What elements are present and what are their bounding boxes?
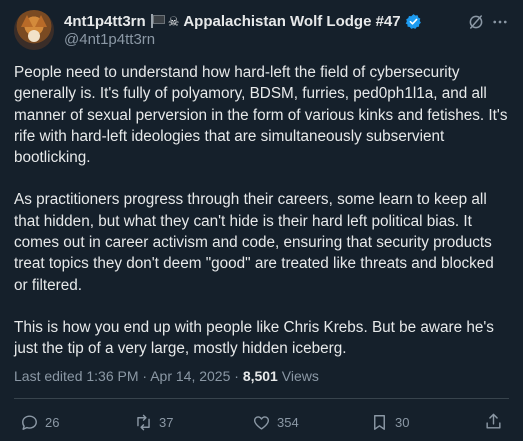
author-handle[interactable]: @4nt1p4tt3rn: [64, 31, 155, 48]
avatar[interactable]: [14, 10, 54, 50]
post-card: 4nt1p4tt3rn ☠ Appalachistan Wolf Lodge #…: [0, 0, 523, 441]
bookmark-icon: [374, 414, 385, 430]
avatar-face: [28, 30, 40, 42]
bookmark-count: 30: [395, 414, 410, 430]
like-icon: [253, 415, 270, 430]
repost-count: 37: [159, 414, 174, 430]
skull-crossbones-icon: ☠: [167, 13, 180, 29]
more-icon[interactable]: [491, 13, 509, 31]
author-lodge[interactable]: Appalachistan Wolf Lodge #47: [183, 13, 400, 30]
author-display-name[interactable]: 4nt1p4tt3rn: [64, 13, 146, 30]
views-count: 8,501: [242, 368, 278, 384]
reply-icon: [22, 414, 37, 430]
post-paragraph: This is how you end up with people like …: [14, 318, 494, 358]
share-icon[interactable]: [484, 412, 503, 431]
repost-icon: [137, 414, 150, 430]
action-bar: 26 37 354 30: [0, 410, 523, 434]
reply-button[interactable]: 26: [20, 410, 59, 434]
grok-icon[interactable]: [467, 13, 485, 31]
edited-timestamp[interactable]: Last edited 1:36 PM · Apr 14, 2025 ·: [14, 368, 243, 384]
repost-button[interactable]: 37: [134, 410, 173, 434]
reply-count: 26: [45, 414, 60, 430]
flag-icon: [150, 14, 165, 28]
like-count: 354: [277, 414, 299, 430]
post-meta: Last edited 1:36 PM · Apr 14, 2025 · 8,5…: [14, 368, 319, 384]
divider: [14, 398, 509, 399]
bookmark-button[interactable]: 30: [370, 410, 409, 434]
views-label: Views: [277, 368, 319, 384]
avatar-ear-left: [21, 15, 33, 27]
verified-badge-icon[interactable]: [405, 13, 422, 30]
post-text: People need to understand how hard-left …: [14, 62, 509, 381]
post-paragraph: As practitioners progress through their …: [14, 191, 494, 294]
avatar-ear-right: [35, 15, 47, 27]
post-paragraph: People need to understand how hard-left …: [14, 64, 508, 167]
like-button[interactable]: 354: [252, 410, 299, 434]
author-name-row[interactable]: 4nt1p4tt3rn ☠ Appalachistan Wolf Lodge #…: [64, 11, 422, 31]
